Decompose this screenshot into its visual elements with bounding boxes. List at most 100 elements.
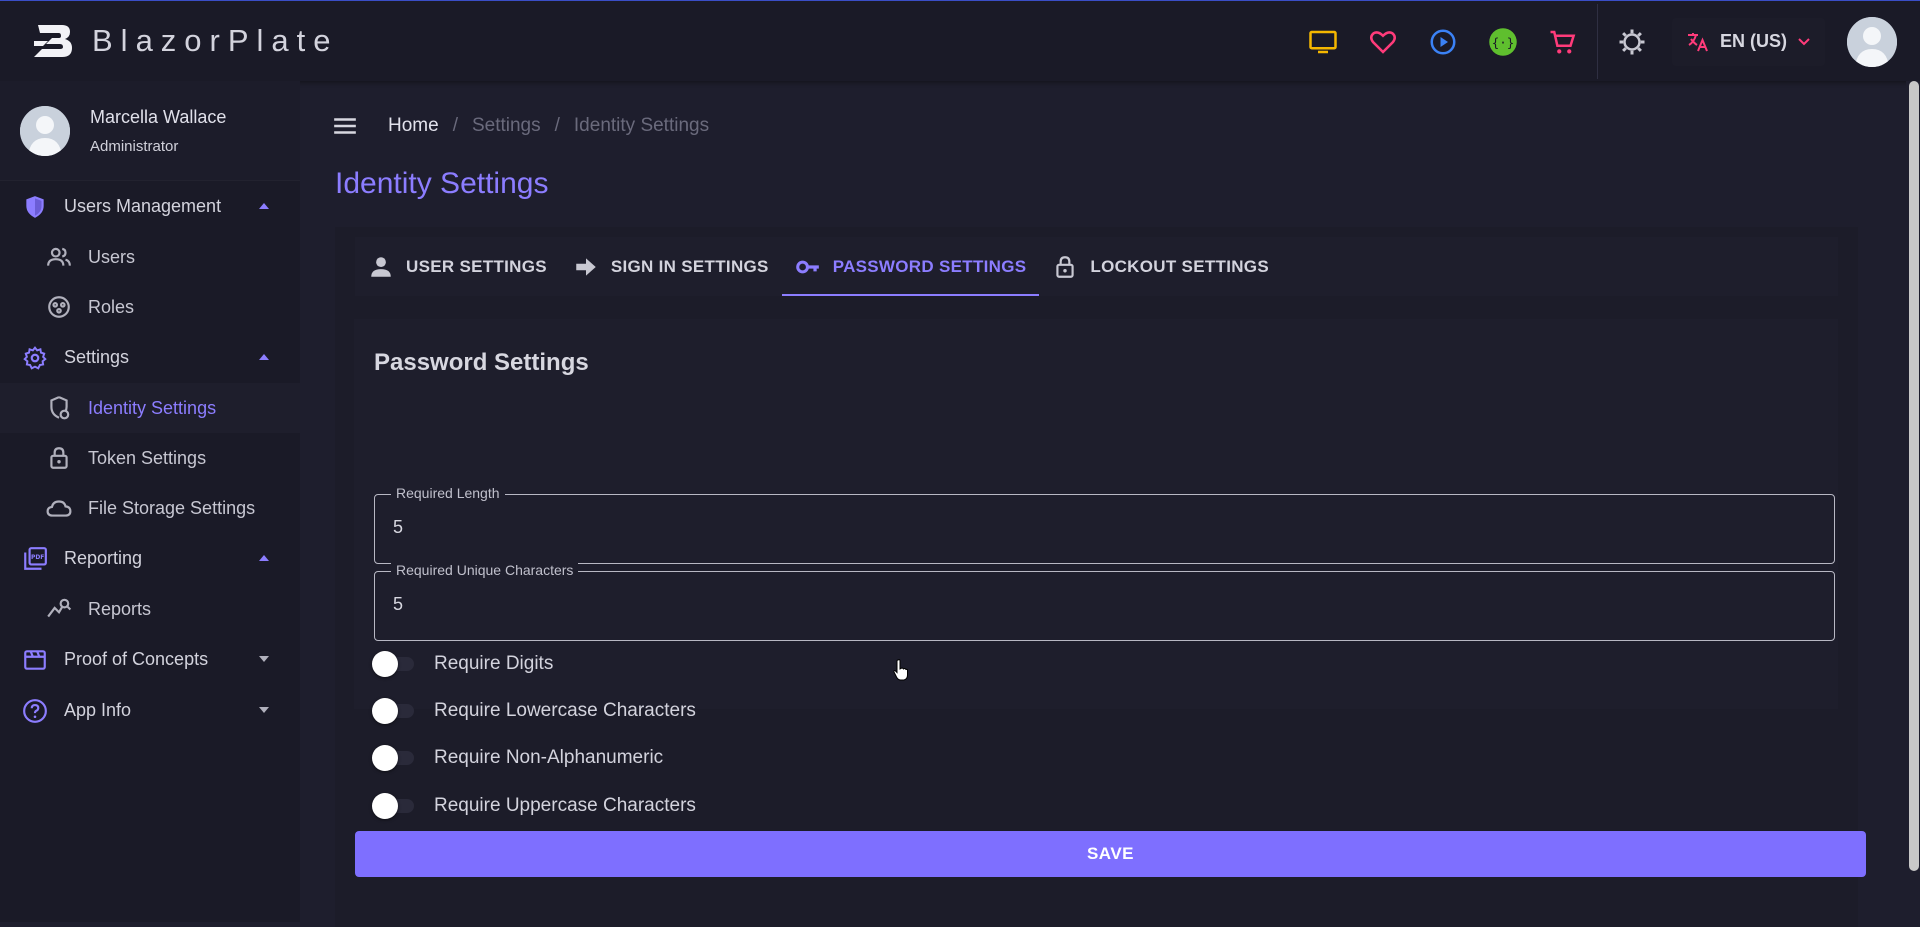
translate-icon bbox=[1688, 32, 1708, 51]
sidebar-item-label: Identity Settings bbox=[88, 397, 217, 418]
required-unique-characters-input[interactable] bbox=[393, 594, 1793, 615]
language-selector[interactable]: EN (US) bbox=[1672, 17, 1825, 66]
blazorplate-logo-icon bbox=[34, 25, 72, 57]
svg-text:{·}: {·} bbox=[1492, 35, 1515, 50]
users-icon bbox=[47, 247, 71, 266]
sidebar-group-label: Settings bbox=[64, 347, 130, 367]
person-icon bbox=[371, 256, 391, 277]
switch-label: Require Digits bbox=[434, 653, 554, 674]
chevron-up-icon bbox=[259, 354, 269, 360]
sidebar-group-settings[interactable]: Settings bbox=[0, 332, 300, 383]
sidebar-item-token-settings[interactable]: Token Settings bbox=[0, 433, 300, 483]
sidebar-item-identity-settings[interactable]: Identity Settings bbox=[0, 383, 300, 433]
chevron-down-icon bbox=[259, 707, 269, 713]
main-content: Home / Settings / Identity Settings Iden… bbox=[300, 81, 1920, 927]
tab-label: LOCKOUT SETTINGS bbox=[1090, 256, 1269, 276]
chevron-down-icon bbox=[259, 656, 269, 662]
account-avatar[interactable] bbox=[1847, 16, 1897, 67]
breadcrumb-separator: / bbox=[452, 115, 458, 136]
tab-label: SIGN IN SETTINGS bbox=[610, 256, 769, 276]
video-button[interactable] bbox=[1428, 27, 1458, 57]
switch-label: Require Uppercase Characters bbox=[434, 795, 696, 816]
toggle-switch[interactable] bbox=[372, 793, 416, 819]
favorites-button[interactable] bbox=[1368, 27, 1398, 57]
sidebar-group-label: App Info bbox=[64, 700, 132, 720]
app-bar: BlazorPlate {·} EN (US) bbox=[0, 0, 1920, 81]
shield-icon bbox=[26, 195, 44, 218]
toggle-switch[interactable] bbox=[372, 651, 416, 677]
user-avatar-icon bbox=[1847, 16, 1897, 67]
field-label: Required Unique Characters bbox=[391, 562, 579, 578]
required-length-input[interactable] bbox=[393, 517, 1793, 538]
switch-label: Require Non-Alphanumeric bbox=[434, 747, 664, 768]
brand[interactable]: BlazorPlate bbox=[32, 21, 339, 61]
sidebar-item-reports[interactable]: Reports bbox=[0, 584, 300, 634]
sidebar-group-reporting[interactable]: PDF Reporting bbox=[0, 533, 300, 584]
monitor-icon bbox=[1309, 30, 1337, 53]
switch-label: Require Lowercase Characters bbox=[434, 700, 696, 721]
play-circle-icon bbox=[1430, 29, 1456, 54]
tab-password-settings[interactable]: PASSWORD SETTINGS bbox=[781, 237, 1040, 296]
breadcrumb-home[interactable]: Home bbox=[388, 115, 439, 137]
roles-icon bbox=[48, 296, 70, 318]
chevron-up-icon bbox=[259, 203, 269, 209]
breadcrumb-separator: / bbox=[554, 115, 560, 136]
chevron-down-icon bbox=[1798, 37, 1810, 45]
sidebar-item-label: Users bbox=[88, 246, 136, 267]
save-button[interactable]: SAVE bbox=[355, 831, 1866, 877]
scrollbar-thumb[interactable] bbox=[1909, 81, 1919, 871]
heart-icon bbox=[1370, 30, 1396, 54]
page-scrollbar[interactable] bbox=[1906, 81, 1920, 922]
sidebar-group-users-management[interactable]: Users Management bbox=[0, 181, 300, 232]
required-length-field[interactable]: Required Length bbox=[374, 485, 1835, 564]
svg-text:PDF: PDF bbox=[31, 554, 44, 561]
toggle-switch[interactable] bbox=[372, 745, 416, 771]
sidebar-group-label: Reporting bbox=[64, 548, 143, 568]
settings-panel: USER SETTINGS SIGN IN SETTINGS PASSWORD … bbox=[335, 227, 1858, 927]
user-role: Administrator bbox=[90, 137, 179, 155]
chevron-up-icon bbox=[259, 555, 269, 561]
user-avatar-icon bbox=[20, 105, 70, 156]
user-card[interactable]: Marcella Wallace Administrator bbox=[0, 81, 300, 181]
monitor-button[interactable] bbox=[1308, 27, 1338, 57]
tab-user-settings[interactable]: USER SETTINGS bbox=[355, 237, 560, 296]
toggle-switch[interactable] bbox=[372, 698, 416, 724]
sidebar-item-users[interactable]: Users bbox=[0, 232, 300, 282]
required-unique-characters-field[interactable]: Required Unique Characters bbox=[374, 562, 1835, 641]
tab-lockout-settings[interactable]: LOCKOUT SETTINGS bbox=[1039, 237, 1282, 296]
sidebar-group-app-info[interactable]: App Info bbox=[0, 685, 300, 736]
toolbar-divider bbox=[1597, 4, 1598, 79]
sidebar-group-label: Users Management bbox=[64, 196, 222, 216]
cart-button[interactable] bbox=[1548, 27, 1578, 57]
sidebar-item-file-storage-settings[interactable]: File Storage Settings bbox=[0, 483, 300, 533]
top-actions: {·} EN (US) bbox=[1293, 1, 1920, 82]
require-lowercase-switch[interactable]: Require Lowercase Characters bbox=[372, 696, 696, 726]
api-button[interactable]: {·} bbox=[1488, 27, 1518, 57]
theme-toggle-button[interactable] bbox=[1617, 27, 1647, 57]
breadcrumb-current: Identity Settings bbox=[573, 115, 710, 136]
sidebar: Marcella Wallace Administrator Users Man… bbox=[0, 81, 300, 922]
sidebar-item-roles[interactable]: Roles bbox=[0, 282, 300, 332]
card-title: Password Settings bbox=[374, 349, 589, 376]
tab-label: PASSWORD SETTINGS bbox=[832, 256, 1027, 276]
hand-cursor-icon bbox=[893, 659, 908, 681]
cloud-icon bbox=[46, 500, 72, 517]
tab-sign-in-settings[interactable]: SIGN IN SETTINGS bbox=[560, 237, 782, 296]
key-icon bbox=[795, 260, 819, 273]
theme-gear-icon bbox=[1619, 29, 1645, 54]
settings-tabs: USER SETTINGS SIGN IN SETTINGS PASSWORD … bbox=[355, 237, 1838, 296]
lock-icon bbox=[1056, 255, 1075, 278]
require-non-alphanumeric-switch[interactable]: Require Non-Alphanumeric bbox=[372, 743, 663, 773]
require-digits-switch[interactable]: Require Digits bbox=[372, 649, 553, 679]
sidebar-item-label: Reports bbox=[88, 598, 152, 619]
page-title: Identity Settings bbox=[335, 167, 549, 200]
sidebar-item-label: Token Settings bbox=[88, 447, 207, 468]
tab-label: USER SETTINGS bbox=[406, 256, 547, 276]
sidebar-item-label: File Storage Settings bbox=[88, 497, 256, 518]
sidebar-group-proof-of-concepts[interactable]: Proof of Concepts bbox=[0, 634, 300, 685]
field-label: Required Length bbox=[391, 485, 505, 501]
menu-icon[interactable] bbox=[332, 113, 358, 139]
shield-settings-icon bbox=[50, 396, 70, 420]
gear-icon bbox=[23, 345, 47, 370]
require-uppercase-switch[interactable]: Require Uppercase Characters bbox=[372, 791, 696, 821]
